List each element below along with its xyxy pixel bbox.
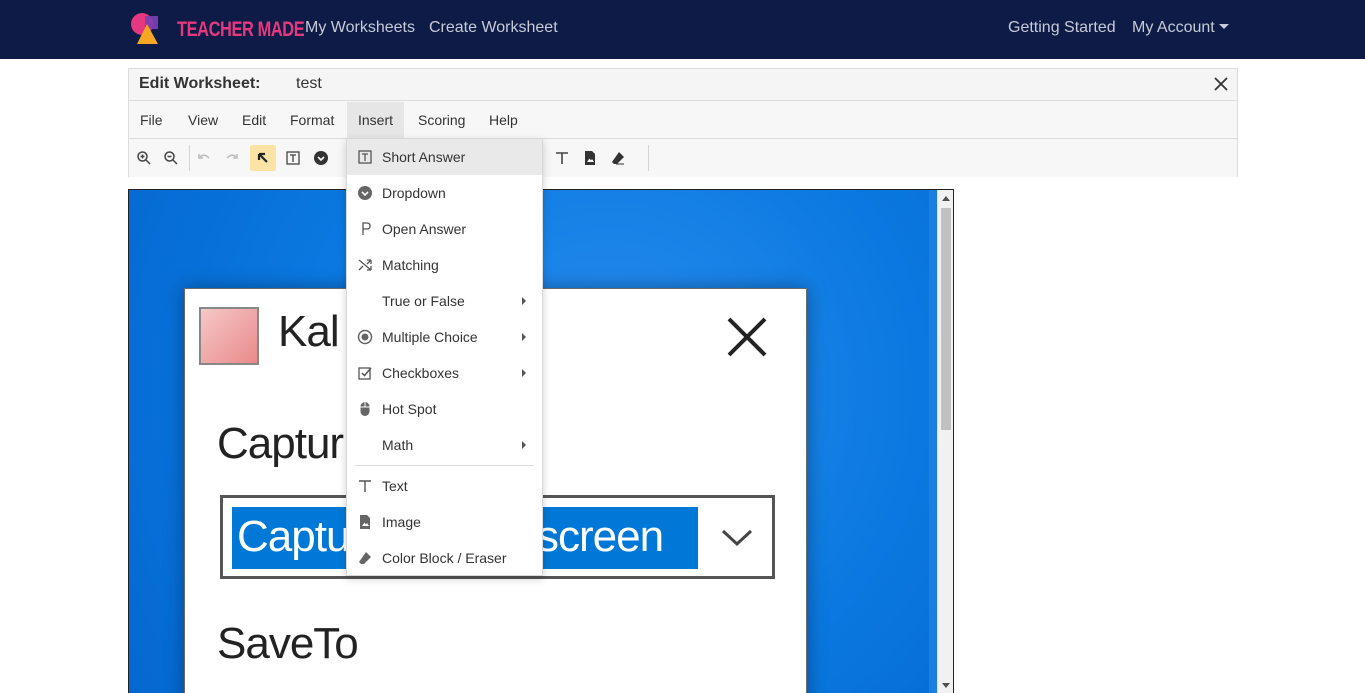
menu-item-label: Open Answer bbox=[382, 221, 467, 237]
text-tool-button[interactable] bbox=[549, 145, 575, 171]
scroll-down-arrow-icon[interactable] bbox=[942, 683, 950, 688]
worksheet-name[interactable]: test bbox=[296, 75, 322, 93]
editor-toolbar bbox=[129, 140, 1237, 177]
dropdown-tool-button[interactable] bbox=[308, 145, 334, 171]
close-icon[interactable] bbox=[1213, 76, 1229, 92]
dropdown-circle-icon bbox=[357, 185, 373, 201]
canvas-vertical-scrollbar[interactable] bbox=[937, 190, 953, 693]
menu-view[interactable]: View bbox=[177, 102, 229, 139]
insert-dropdown[interactable]: Dropdown bbox=[347, 175, 542, 211]
insert-hot-spot[interactable]: Hot Spot bbox=[347, 391, 542, 427]
menu-item-label: Hot Spot bbox=[382, 401, 437, 417]
redo-button[interactable] bbox=[219, 145, 245, 171]
editor-panel: Edit Worksheet: test File View Edit Form… bbox=[128, 68, 1238, 177]
menu-item-label: Image bbox=[382, 514, 421, 530]
menu-insert[interactable]: Insert bbox=[347, 102, 405, 139]
menu-item-label: Checkboxes bbox=[382, 365, 460, 381]
menu-edit[interactable]: Edit bbox=[231, 102, 277, 139]
toolbar-separator bbox=[189, 145, 190, 171]
menu-help[interactable]: Help bbox=[478, 102, 529, 139]
menu-item-label: Short Answer bbox=[382, 149, 466, 165]
zoom-in-icon bbox=[137, 151, 151, 165]
insert-true-or-false[interactable]: True or False bbox=[347, 283, 542, 319]
insert-open-answer[interactable]: Open Answer bbox=[347, 211, 542, 247]
insert-text[interactable]: Text bbox=[347, 468, 542, 504]
eraser-icon bbox=[357, 550, 373, 566]
menu-item-label: Multiple Choice bbox=[382, 329, 478, 345]
menu-item-label: Color Block / Eraser bbox=[382, 550, 507, 566]
eraser-tool-button[interactable] bbox=[605, 145, 631, 171]
submenu-arrow-icon bbox=[522, 297, 526, 305]
redo-icon bbox=[226, 154, 238, 159]
nav-my-worksheets[interactable]: My Worksheets bbox=[305, 19, 415, 37]
submenu-arrow-icon bbox=[522, 333, 526, 341]
menu-item-label: Text bbox=[382, 478, 408, 494]
select-tool-button[interactable] bbox=[250, 145, 276, 171]
menu-item-label: Math bbox=[382, 437, 414, 453]
paragraph-icon bbox=[357, 221, 373, 237]
nav-create-worksheet[interactable]: Create Worksheet bbox=[429, 19, 558, 37]
text-box-icon bbox=[357, 149, 373, 165]
insert-matching[interactable]: Matching bbox=[347, 247, 542, 283]
eraser-icon bbox=[612, 152, 624, 165]
zoom-out-button[interactable] bbox=[158, 145, 184, 171]
arrow-pointer-icon bbox=[257, 152, 268, 163]
menu-file[interactable]: File bbox=[129, 102, 174, 139]
editor-titlebar: Edit Worksheet: test bbox=[129, 69, 1237, 101]
logo-shapes-icon bbox=[131, 13, 158, 44]
select-text-left: Captu bbox=[237, 512, 350, 561]
insert-multiple-choice[interactable]: Multiple Choice bbox=[347, 319, 542, 355]
toolbar-separator bbox=[648, 145, 649, 171]
scroll-up-arrow-icon[interactable] bbox=[942, 196, 950, 201]
image-icon bbox=[357, 514, 373, 530]
mouse-icon bbox=[357, 401, 373, 417]
insert-checkboxes[interactable]: Checkboxes bbox=[347, 355, 542, 391]
capture-label: Captur bbox=[217, 419, 344, 468]
zoom-in-button[interactable] bbox=[131, 145, 157, 171]
text-icon bbox=[556, 152, 568, 164]
menu-divider bbox=[355, 465, 534, 466]
app-icon bbox=[199, 307, 259, 365]
top-navbar: TEACHER MADE My Worksheets Create Worksh… bbox=[0, 0, 1365, 59]
insert-image[interactable]: Image bbox=[347, 504, 542, 540]
shuffle-icon bbox=[357, 257, 373, 273]
menu-item-label: Dropdown bbox=[382, 185, 446, 201]
insert-color-block-eraser[interactable]: Color Block / Eraser bbox=[347, 540, 542, 576]
submenu-arrow-icon bbox=[522, 369, 526, 377]
image-tool-button[interactable] bbox=[577, 145, 603, 171]
chevron-down-icon bbox=[721, 529, 753, 547]
menu-item-label: Matching bbox=[382, 257, 439, 273]
menu-scoring[interactable]: Scoring bbox=[407, 102, 476, 139]
image-icon bbox=[585, 151, 595, 165]
insert-short-answer[interactable]: Short Answer bbox=[347, 139, 542, 175]
menu-item-label: True or False bbox=[382, 293, 465, 309]
short-answer-tool-button[interactable] bbox=[280, 145, 306, 171]
undo-button[interactable] bbox=[191, 145, 217, 171]
edit-worksheet-label: Edit Worksheet: bbox=[139, 75, 261, 92]
zoom-out-icon bbox=[164, 151, 178, 165]
insert-math[interactable]: Math bbox=[347, 427, 542, 463]
insert-dropdown-menu: Short Answer Dropdown Open Answer Matchi… bbox=[346, 138, 543, 576]
nav-getting-started[interactable]: Getting Started bbox=[1008, 19, 1116, 37]
save-to-label: SaveTo bbox=[217, 619, 359, 668]
submenu-arrow-icon bbox=[522, 441, 526, 449]
brand-logo[interactable]: TEACHER MADE bbox=[129, 12, 305, 46]
editor-menubar: File View Edit Format Insert Scoring Hel… bbox=[129, 102, 1237, 139]
dialog-title-text: Kal bbox=[278, 307, 340, 356]
menu-format[interactable]: Format bbox=[279, 102, 345, 139]
select-text-right: screen bbox=[537, 512, 664, 561]
radio-icon bbox=[357, 329, 373, 345]
text-icon bbox=[357, 478, 373, 494]
brand-name: TEACHER MADE bbox=[177, 18, 305, 41]
nav-my-account-dropdown[interactable]: My Account bbox=[1132, 19, 1229, 37]
undo-icon bbox=[198, 154, 210, 159]
checkbox-icon bbox=[357, 365, 373, 381]
dialog-close-icon bbox=[727, 317, 767, 357]
scrollbar-thumb[interactable] bbox=[941, 208, 951, 430]
text-box-icon bbox=[286, 151, 300, 165]
dropdown-circle-icon bbox=[314, 151, 328, 165]
